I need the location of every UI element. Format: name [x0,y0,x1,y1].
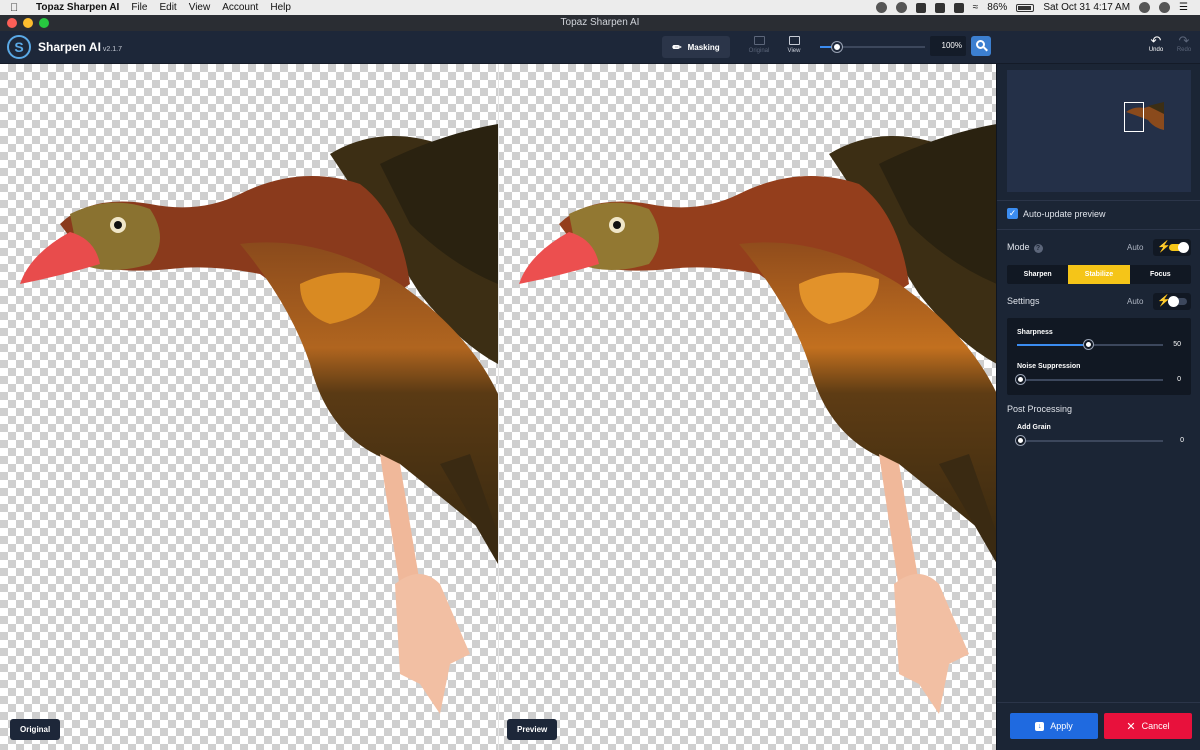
brush-icon: ✏ [672,41,682,54]
app-version: v2.1.7 [102,46,122,53]
add-grain-value: 0 [1180,437,1184,444]
apple-menu-icon[interactable]:  [10,2,28,14]
clock[interactable]: Sat Oct 31 4:17 AM [1043,2,1130,13]
settings-label: Settings [1007,296,1040,306]
add-grain-slider-handle[interactable] [1016,436,1025,445]
post-processing-label: Post Processing [1007,404,1073,414]
app-toolbar: S Sharpen AI v2.1.7 ✏ Masking Original Vi… [0,31,1200,64]
sharpness-slider-handle[interactable] [1084,340,1093,349]
auto-update-checkbox[interactable]: ✓ [1007,208,1018,219]
preview-pane[interactable]: Preview [499,64,996,750]
window-title-bar: Topaz Sharpen AI [0,15,1200,31]
wifi-icon[interactable]: ≈ [973,2,979,13]
panel-divider [997,200,1200,201]
view-label: View [787,48,801,54]
status-c-icon[interactable] [934,2,945,13]
menu-file[interactable]: File [131,2,147,13]
sharpness-label: Sharpness [1017,329,1053,336]
battery-percent: 86% [987,2,1008,13]
view-mode-button[interactable]: View [781,34,807,60]
menu-view[interactable]: View [189,2,211,13]
menu-list-icon[interactable]: ☰ [1179,2,1188,13]
masking-button[interactable]: ✏ Masking [662,36,730,58]
grid-icon[interactable] [953,2,964,13]
mode-label: Mode [1007,242,1030,252]
sharpness-value: 50 [1173,341,1181,348]
app-title: Sharpen AI v2.1.7 [38,40,122,54]
minimize-window-button[interactable] [23,18,33,28]
help-icon[interactable]: ? [1033,244,1043,253]
undo-button[interactable]: ↶ Undo [1145,33,1167,53]
add-grain-label: Add Grain [1017,424,1051,431]
tab-sharpen[interactable]: Sharpen [1007,265,1068,284]
menu-help[interactable]: Help [270,2,291,13]
panel-divider [997,229,1200,230]
app-menu[interactable]: Topaz Sharpen AI [36,2,119,13]
control-center-icon[interactable] [1159,2,1171,13]
mode-label-row: Mode? [1007,242,1043,253]
duck-image-preview [519,124,996,714]
cancel-button[interactable]: ✕ Cancel [1104,713,1192,739]
zoom-search-button[interactable] [971,36,991,56]
redo-label: Redo [1176,47,1192,53]
tab-stabilize[interactable]: Stabilize [1068,265,1130,284]
auto-update-row[interactable]: ✓ Auto-update preview [1007,208,1106,219]
image-canvas[interactable]: Original Preview [0,64,996,750]
settings-sliders-box: Sharpness 50 Noise Suppression 0 [1007,318,1191,395]
original-label-badge: Original [10,719,61,740]
noise-suppression-value: 0 [1177,376,1181,383]
topaz-logo-icon: S [7,35,31,59]
settings-auto-toggle[interactable]: ⚡ [1153,293,1191,310]
noise-suppression-slider-track[interactable] [1017,379,1163,381]
apply-label: Apply [1050,721,1073,731]
original-label: Original [748,48,770,54]
tab-focus[interactable]: Focus [1130,265,1191,284]
window-title: Topaz Sharpen AI [560,17,640,28]
zoom-percent-field[interactable]: 100% [930,36,966,56]
zoom-slider-handle[interactable] [832,42,842,52]
menu-edit[interactable]: Edit [159,2,176,13]
image-icon [753,36,765,45]
mode-segmented-control: Sharpen Stabilize Focus [1007,265,1191,284]
add-grain-slider-track[interactable] [1017,440,1163,442]
original-pane[interactable]: Original [0,64,498,750]
undo-label: Undo [1148,47,1164,53]
split-view-icon [788,36,800,45]
noise-suppression-label: Noise Suppression [1017,363,1081,370]
status-app-icon[interactable] [875,2,887,13]
duck-image-original [20,124,498,714]
action-bar: ↓ Apply ✕ Cancel [997,702,1200,750]
menu-account[interactable]: Account [222,2,258,13]
mode-auto-toggle[interactable]: ⚡ [1153,239,1191,256]
navigator-viewport-frame[interactable] [1124,102,1144,132]
close-icon: ✕ [1126,720,1136,733]
close-window-button[interactable] [7,18,17,28]
system-menu-bar:  Topaz Sharpen AI File Edit View Accoun… [0,0,1200,15]
settings-panel: ✓ Auto-update preview Mode? Auto ⚡ Sharp… [996,64,1200,750]
sharpness-slider-fill [1017,344,1089,346]
zoom-window-button[interactable] [39,18,49,28]
cancel-label: Cancel [1141,721,1170,731]
status-s-icon[interactable] [915,2,926,13]
settings-auto-label: Auto [1127,297,1144,306]
noise-suppression-slider-handle[interactable] [1016,375,1025,384]
navigator-preview[interactable] [1007,70,1191,192]
apply-button[interactable]: ↓ Apply [1010,713,1098,739]
mode-auto-label: Auto [1127,243,1144,252]
masking-label: Masking [687,42,720,52]
original-toggle-button[interactable]: Original [746,34,772,60]
auto-update-label: Auto-update preview [1023,208,1106,219]
redo-button[interactable]: ↷ Redo [1173,33,1195,53]
preview-label-badge: Preview [507,719,558,740]
save-icon: ↓ [1035,721,1045,731]
user-icon[interactable] [1139,2,1151,13]
undo-icon: ↶ [1150,33,1162,48]
redo-icon: ↷ [1178,33,1190,48]
battery-icon[interactable] [1016,3,1035,12]
cloud-icon[interactable] [895,2,907,13]
